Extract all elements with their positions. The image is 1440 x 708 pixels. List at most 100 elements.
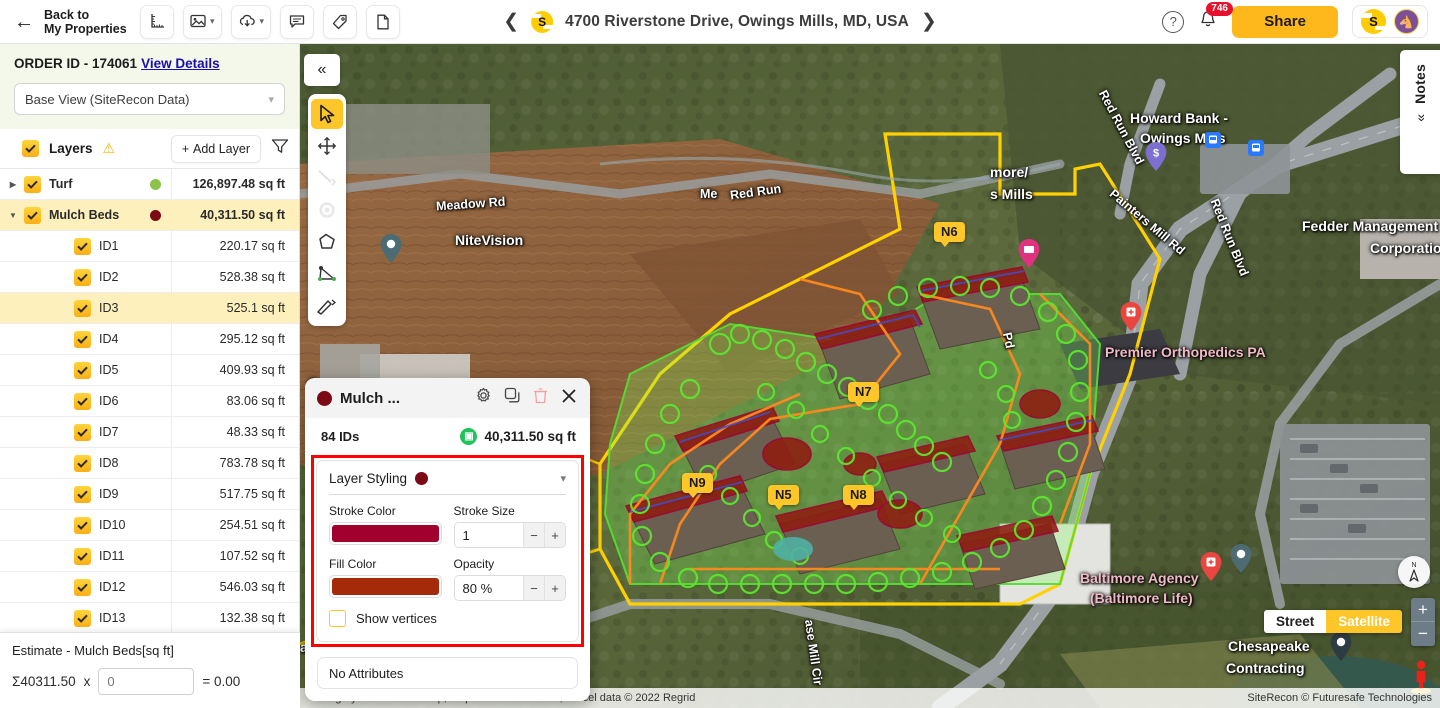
show-vertices-checkbox[interactable] — [329, 610, 346, 627]
collapse-sidebar-button[interactable]: « — [304, 54, 340, 86]
show-vertices-row[interactable]: Show vertices — [329, 601, 566, 629]
stroke-color-swatch[interactable] — [329, 522, 442, 545]
documents-button[interactable] — [366, 4, 401, 39]
layer-row-left: ▶ID12 — [0, 572, 171, 602]
warning-icon[interactable]: ⚠ — [103, 140, 116, 157]
circle-tool[interactable] — [311, 195, 343, 225]
filter-icon[interactable] — [271, 138, 289, 159]
layer-row-id3[interactable]: ▶ID3525.1 sq ft — [0, 293, 299, 324]
notifications-button[interactable]: 746 — [1198, 1, 1233, 35]
back-to-my-properties-button[interactable]: ← Back to My Properties — [0, 8, 132, 36]
layer-checkbox[interactable] — [74, 237, 91, 255]
next-property-button[interactable]: ❯ — [921, 10, 937, 33]
duplicate-icon[interactable] — [504, 387, 521, 409]
measure-area-tool[interactable] — [311, 259, 343, 289]
layer-row-id9[interactable]: ▶ID9517.75 sq ft — [0, 479, 299, 510]
layer-row-id6[interactable]: ▶ID683.06 sq ft — [0, 386, 299, 417]
compass-control[interactable]: N — [1398, 556, 1430, 588]
tags-button[interactable] — [323, 4, 358, 39]
notes-panel-tab[interactable]: Notes « — [1400, 50, 1440, 174]
layer-row-id2[interactable]: ▶ID2528.38 sq ft — [0, 262, 299, 293]
layer-row-id13[interactable]: ▶ID13132.38 sq ft — [0, 603, 299, 634]
layer-checkbox[interactable] — [74, 330, 91, 348]
chevron-down-icon[interactable]: ▼ — [6, 211, 20, 220]
stroke-size-decrement[interactable]: − — [523, 523, 544, 547]
polygon-tool[interactable] — [311, 227, 343, 257]
chevron-down-icon[interactable]: ▾ — [560, 472, 566, 485]
download-button[interactable]: ▾ — [230, 4, 272, 39]
layer-checkbox[interactable] — [74, 268, 91, 286]
map-node-pin-n8[interactable]: N8 — [843, 485, 874, 510]
layer-row-id5[interactable]: ▶ID5409.93 sq ft — [0, 355, 299, 386]
layer-checkbox[interactable] — [74, 578, 91, 596]
user-avatar[interactable]: 🐴 — [1394, 9, 1419, 34]
map-node-pin-n6[interactable]: N6 — [934, 222, 965, 247]
layer-checkbox[interactable] — [74, 516, 91, 534]
layer-color-swatch[interactable] — [150, 178, 161, 190]
chevron-right-icon[interactable]: ▶ — [6, 180, 20, 189]
layer-checkbox[interactable] — [74, 547, 91, 565]
stroke-size-value[interactable]: 1 — [454, 523, 523, 547]
chevron-double-left-icon[interactable]: « — [1412, 114, 1428, 122]
map-node-pin-n5[interactable]: N5 — [768, 485, 799, 510]
imagery-button[interactable]: ▾ — [183, 4, 222, 39]
opacity-stepper[interactable]: 80 % − + — [453, 575, 566, 601]
layer-row-id11[interactable]: ▶ID11107.52 sq ft — [0, 541, 299, 572]
layer-row-turf[interactable]: ▶ Turf 126,897.48 sq ft — [0, 169, 299, 200]
account-group[interactable]: S 🐴 — [1352, 5, 1428, 38]
share-button[interactable]: Share — [1232, 5, 1338, 38]
cut-tool[interactable] — [311, 291, 343, 321]
layer-checkbox[interactable] — [74, 454, 91, 472]
layers-master-checkbox[interactable] — [22, 140, 39, 157]
layer-row-id7[interactable]: ▶ID748.33 sq ft — [0, 417, 299, 448]
layer-row-id12[interactable]: ▶ID12546.03 sq ft — [0, 572, 299, 603]
opacity-increment[interactable]: + — [544, 576, 565, 600]
layer-styling-color-dot[interactable] — [415, 472, 429, 485]
help-icon[interactable]: ? — [1162, 10, 1185, 33]
layer-styling-header[interactable]: Layer Styling ▾ — [329, 471, 566, 495]
basemap-street-option[interactable]: Street — [1263, 610, 1327, 633]
workspace-avatar[interactable]: S — [1361, 9, 1386, 34]
arrow-left-icon: ← — [14, 10, 34, 33]
layer-checkbox[interactable] — [74, 609, 91, 627]
layer-row-id1[interactable]: ▶ID1220.17 sq ft — [0, 231, 299, 262]
layer-color-swatch[interactable] — [150, 209, 161, 221]
gear-icon[interactable] — [475, 387, 492, 409]
line-tool[interactable] — [311, 163, 343, 193]
layer-checkbox[interactable] — [74, 299, 91, 317]
zoom-in-button[interactable]: + — [1411, 598, 1435, 622]
basemap-toggle[interactable]: Street Satellite — [1263, 610, 1402, 633]
stroke-size-stepper[interactable]: 1 − + — [453, 522, 566, 548]
layer-row-id10[interactable]: ▶ID10254.51 sq ft — [0, 510, 299, 541]
map-node-pin-n7[interactable]: N7 — [848, 382, 879, 407]
opacity-value[interactable]: 80 % — [454, 576, 523, 600]
comments-button[interactable] — [280, 4, 315, 39]
move-tool[interactable] — [311, 131, 343, 161]
view-selector[interactable]: Base View (SiteRecon Data) ▾ — [14, 83, 285, 115]
layer-checkbox[interactable] — [74, 423, 91, 441]
fill-color-swatch[interactable] — [329, 575, 442, 598]
layer-row-id4[interactable]: ▶ID4295.12 sq ft — [0, 324, 299, 355]
estimate-rate-input[interactable] — [98, 668, 195, 695]
select-cursor-tool[interactable] — [311, 99, 343, 129]
measure-tool-button[interactable] — [140, 4, 174, 39]
basemap-satellite-option[interactable]: Satellite — [1326, 610, 1402, 633]
previous-property-button[interactable]: ❮ — [503, 10, 519, 33]
add-layer-button[interactable]: + Add Layer — [170, 134, 261, 163]
layer-checkbox[interactable] — [74, 361, 91, 379]
layer-checkbox[interactable] — [74, 485, 91, 503]
layer-row-mulch-beds[interactable]: ▼ Mulch Beds 40,311.50 sq ft — [0, 200, 299, 231]
stroke-size-increment[interactable]: + — [544, 523, 565, 547]
trash-icon[interactable] — [533, 387, 548, 409]
map-node-pin-n9[interactable]: N9 — [682, 473, 713, 498]
layer-row-id8[interactable]: ▶ID8783.78 sq ft — [0, 448, 299, 479]
zoom-out-button[interactable]: − — [1411, 622, 1435, 646]
no-attributes-field[interactable]: No Attributes — [317, 657, 578, 689]
view-details-link[interactable]: View Details — [141, 56, 220, 71]
layer-list[interactable]: ▶ Turf 126,897.48 sq ft ▼ Mulch Beds 40,311.5… — [0, 169, 299, 708]
close-icon[interactable] — [560, 387, 578, 410]
layer-checkbox[interactable] — [24, 175, 41, 193]
opacity-decrement[interactable]: − — [523, 576, 544, 600]
layer-checkbox[interactable] — [24, 206, 41, 224]
layer-checkbox[interactable] — [74, 392, 91, 410]
